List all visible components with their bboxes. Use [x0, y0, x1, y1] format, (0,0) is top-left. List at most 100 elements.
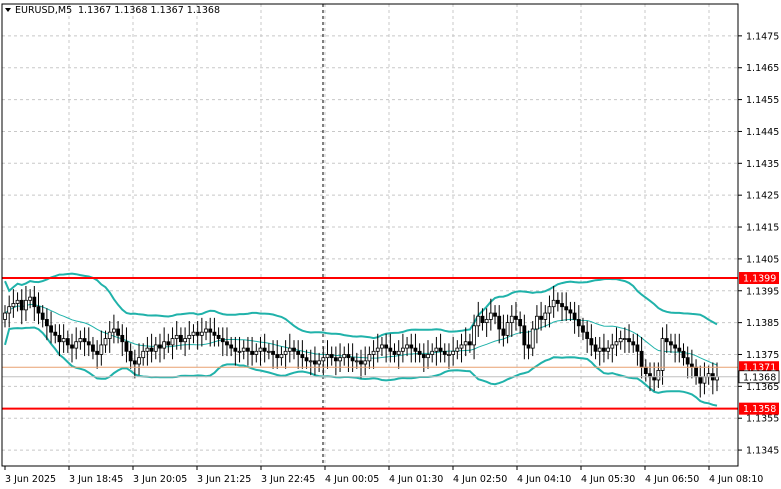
candle-body [463, 341, 468, 346]
candle-body [124, 341, 129, 352]
x-tick-label: 4 Jun 06:50 [645, 474, 699, 485]
candle-body [518, 319, 523, 327]
candle-body [283, 350, 288, 355]
candle-body [472, 325, 476, 346]
candle-body [271, 350, 275, 355]
candle-body [405, 344, 409, 349]
candle-body [44, 319, 49, 327]
y-tick-label: 1.1445 [746, 127, 779, 138]
candle-body [254, 350, 259, 355]
candle-body [438, 347, 443, 352]
candle-body [28, 296, 33, 301]
candle-body [346, 354, 351, 359]
candle-body [602, 347, 606, 352]
candle-body [296, 350, 301, 355]
candle-body [702, 376, 707, 384]
candle-body [576, 319, 581, 327]
candle-body [57, 334, 62, 343]
y-tick-label: 1.1345 [746, 446, 779, 457]
candle-body [400, 347, 405, 352]
x-tick-label: 4 Jun 00:05 [325, 474, 379, 485]
candle-body [388, 347, 393, 352]
candle-body [187, 334, 192, 339]
candle-body [195, 331, 200, 336]
candle-body [329, 354, 334, 359]
candle-body [91, 344, 95, 352]
candle-body [275, 354, 280, 359]
candle-body [300, 354, 305, 359]
candle-body [380, 344, 384, 349]
y-tick-label: 1.1435 [746, 159, 779, 170]
candle-body [593, 344, 598, 352]
candle-body [107, 331, 112, 339]
candle-body [396, 350, 401, 355]
candle-body [547, 306, 552, 314]
chart-axes [1, 3, 739, 467]
candle-body [589, 338, 594, 346]
candle-body [7, 306, 12, 314]
candle-body [497, 315, 502, 330]
candle-body [225, 341, 229, 346]
candle-body [359, 360, 363, 365]
candle-body [409, 344, 414, 349]
candle-body [308, 360, 313, 363]
candle-body [36, 306, 41, 314]
bid-price-label: 1.1368 [743, 372, 776, 383]
candle-body [116, 328, 120, 336]
y-tick-label: 1.1375 [746, 350, 779, 361]
price-chart[interactable]: 1.1475 1.1465 1.1455 1.1445 1.1435 1.1425 1.14… [0, 0, 781, 489]
candle-body [325, 354, 330, 359]
candle-body [476, 315, 481, 327]
candlestick-series [3, 285, 719, 398]
dropdown-triangle-icon[interactable] [5, 8, 11, 12]
x-tick-label: 4 Jun 05:30 [581, 474, 635, 485]
candle-body [191, 331, 196, 336]
candle-body [631, 341, 636, 346]
candle-body [153, 344, 158, 352]
candle-body [555, 299, 560, 304]
time-axis: 3 Jun 2025 3 Jun 18:45 3 Jun 20:05 3 Jun 21… [4, 466, 763, 485]
candle-body [24, 299, 28, 311]
candle-body [174, 334, 179, 339]
candle-body [86, 341, 91, 346]
candle-body [543, 312, 548, 320]
candle-body [258, 347, 263, 352]
candle-body [19, 299, 24, 311]
y-tick-label: 1.1425 [746, 191, 779, 202]
candle-body [74, 341, 79, 349]
y-tick-label: 1.1385 [746, 318, 779, 329]
candle-body [371, 350, 376, 355]
candle-body [137, 357, 141, 365]
candle-body [216, 334, 221, 339]
candle-body [392, 350, 397, 355]
x-tick-label: 3 Jun 21:25 [197, 474, 251, 485]
candle-body [237, 350, 242, 353]
candle-body [70, 344, 74, 349]
candle-body [539, 315, 543, 320]
candle-body [132, 360, 137, 365]
candle-body [179, 334, 183, 343]
candle-body [250, 350, 255, 355]
candle-body [417, 350, 422, 355]
candle-body [572, 312, 577, 320]
candle-body [535, 315, 539, 330]
candle-body [40, 312, 45, 320]
candle-body [526, 344, 531, 349]
x-tick-label: 4 Jun 02:50 [453, 474, 507, 485]
x-tick-label: 4 Jun 04:10 [517, 474, 571, 485]
candle-body [212, 331, 217, 336]
candle-body [53, 331, 58, 336]
candle-body [522, 325, 527, 346]
candle-body [32, 296, 37, 308]
candle-body [514, 315, 518, 320]
candle-body [199, 331, 204, 336]
candle-body [673, 344, 678, 349]
candle-body [111, 328, 116, 333]
chart-grid [2, 4, 738, 466]
candle-body [669, 341, 673, 346]
candle-body [246, 347, 250, 352]
y-tick-label: 1.1475 [746, 31, 779, 42]
y-tick-label: 1.1455 [746, 95, 779, 106]
candle-body [434, 347, 439, 352]
candle-body [375, 347, 380, 352]
